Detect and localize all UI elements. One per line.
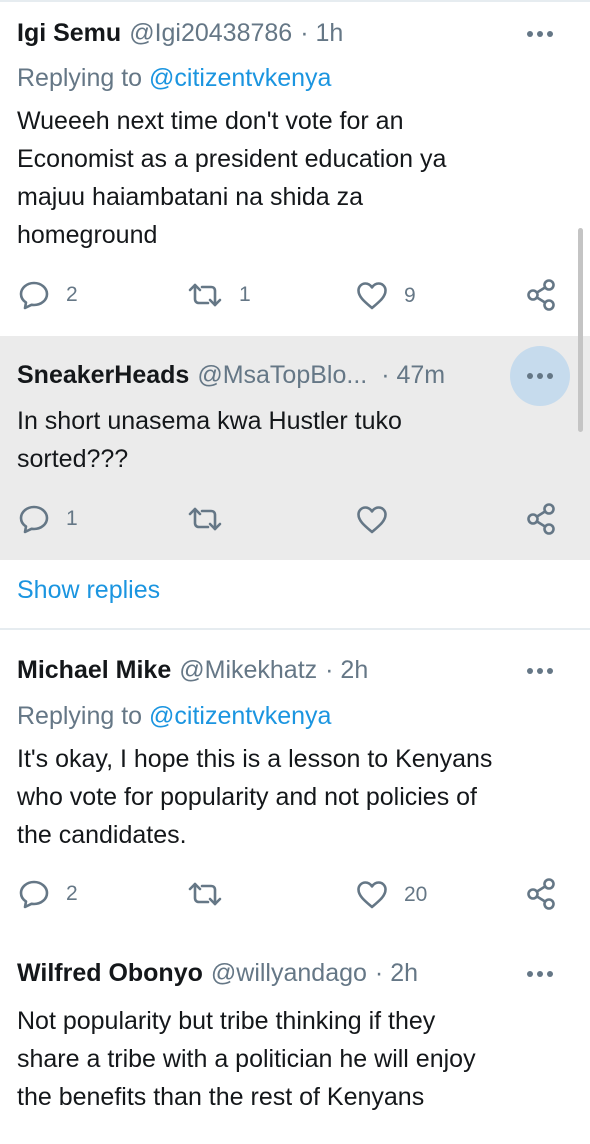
more-options-button[interactable] — [510, 346, 570, 406]
share-icon — [527, 279, 555, 311]
retweet-button[interactable] — [187, 505, 223, 533]
tweet-time: · 2h — [374, 958, 419, 987]
more-options-button[interactable] — [510, 944, 570, 1004]
reply-count: 2 — [66, 283, 78, 306]
tweet-line: the candidates. — [17, 821, 187, 849]
more-dots-icon — [527, 373, 553, 379]
replying-to: Replying to @citizentvkenya — [17, 702, 331, 731]
tweet-line: It's okay, I hope this is a lesson to Ke… — [17, 745, 493, 773]
tweet-line: who vote for popularity and not policies… — [17, 783, 477, 811]
replying-prefix: Replying to — [17, 702, 150, 730]
tweet-line: Economist as a president education ya — [17, 145, 447, 173]
reply-button[interactable]: 2 — [18, 280, 78, 310]
more-options-button[interactable] — [510, 641, 570, 701]
tweet-time: · 1h — [300, 18, 344, 47]
tweet-line: the benefits than the rest of Kenyans — [17, 1083, 425, 1111]
reply-button[interactable]: 2 — [18, 879, 78, 909]
author-handle[interactable]: @willyandago — [211, 959, 367, 988]
author-name[interactable]: SneakerHeads — [17, 361, 189, 390]
scrollbar[interactable] — [578, 228, 583, 432]
replying-prefix: Replying to — [17, 64, 150, 92]
like-button[interactable] — [356, 505, 388, 534]
author-name[interactable]: Michael Mike — [17, 656, 171, 685]
heart-icon — [357, 282, 387, 310]
heart-icon — [357, 881, 387, 909]
tweet-header: Igi Semu @Igi20438786 · 1h — [17, 16, 343, 50]
more-dots-icon — [527, 668, 553, 674]
share-icon — [527, 503, 555, 535]
tweet-line: sorted??? — [17, 445, 129, 473]
author-name[interactable]: Wilfred Obonyo — [17, 959, 203, 988]
tweet-time: · 47m — [381, 360, 446, 389]
tweet-header: Michael Mike @Mikekhatz · 2h — [17, 653, 368, 687]
author-handle[interactable]: @Mikekhatz — [179, 656, 317, 685]
tweet-line: share a tribe with a politician he will … — [17, 1045, 476, 1073]
retweet-icon — [188, 283, 222, 307]
tweet-text: Not popularity but tribe thinking if the… — [17, 1002, 572, 1116]
tweet-line: homeground — [17, 221, 158, 249]
tweet-text: It's okay, I hope this is a lesson to Ke… — [17, 740, 572, 854]
tweet-text: In short unasema kwa Hustler tuko sorted… — [17, 402, 572, 478]
retweet-icon — [188, 507, 222, 531]
reply-count: 1 — [66, 507, 78, 530]
tweet-header: SneakerHeads @MsaTopBlo... · 47m — [17, 358, 445, 392]
retweet-count: 1 — [239, 283, 251, 306]
tweet-header: Wilfred Obonyo @willyandago · 2h — [17, 956, 418, 990]
like-button[interactable]: 20 — [356, 880, 427, 909]
author-handle[interactable]: @MsaTopBlo... — [197, 361, 367, 390]
like-button[interactable]: 9 — [356, 281, 416, 310]
reply-bubble-icon — [19, 281, 49, 310]
more-dots-icon — [527, 31, 553, 37]
replying-mention-link[interactable]: @citizentvkenya — [149, 64, 331, 92]
like-count: 9 — [404, 283, 416, 307]
tweet-line: Not popularity but tribe thinking if the… — [17, 1007, 436, 1035]
author-handle[interactable]: @Igi20438786 — [129, 19, 292, 48]
show-replies-link[interactable]: Show replies — [17, 576, 160, 605]
retweet-button[interactable] — [187, 880, 223, 908]
top-divider — [0, 0, 590, 2]
tweet-line: majuu haiambatani na shida za — [17, 183, 364, 211]
retweet-button[interactable]: 1 — [187, 281, 251, 309]
share-button[interactable] — [526, 503, 556, 535]
replying-to: Replying to @citizentvkenya — [17, 64, 331, 93]
share-button[interactable] — [526, 279, 556, 311]
reply-bubble-icon — [19, 505, 49, 534]
tweet-text: Wueeeh next time don't vote for an Econo… — [17, 102, 572, 254]
retweet-icon — [188, 882, 222, 906]
more-options-button[interactable] — [510, 4, 570, 64]
reply-button[interactable]: 1 — [18, 504, 78, 534]
reply-count: 2 — [66, 882, 78, 905]
like-count: 20 — [404, 882, 428, 906]
tweet-line: Wueeeh next time don't vote for an — [17, 107, 404, 135]
thread-divider — [0, 628, 590, 630]
more-dots-icon — [527, 971, 553, 977]
share-button[interactable] — [526, 878, 556, 910]
heart-icon — [357, 506, 387, 534]
tweet-line: In short unasema kwa Hustler tuko — [17, 407, 402, 435]
author-name[interactable]: Igi Semu — [17, 19, 121, 48]
tweet-time: · 2h — [325, 655, 369, 684]
replying-mention-link[interactable]: @citizentvkenya — [149, 702, 331, 730]
share-icon — [527, 878, 555, 910]
reply-bubble-icon — [19, 880, 49, 909]
